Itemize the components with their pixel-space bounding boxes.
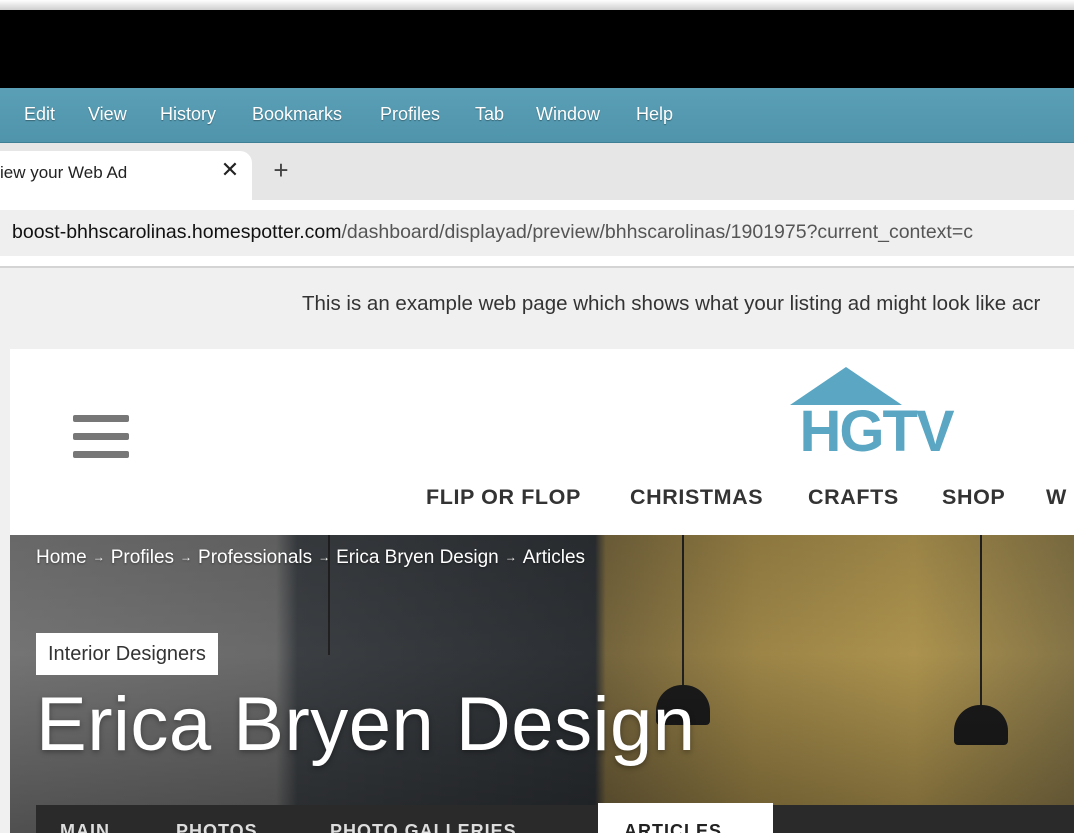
menu-view[interactable]: View (88, 88, 127, 142)
subnav-articles[interactable]: ARTICLES (598, 803, 773, 833)
tab-title: iew your Web Ad (0, 163, 128, 182)
subnav-main[interactable]: MAIN (60, 821, 110, 833)
nav-shop[interactable]: SHOP (942, 485, 1005, 510)
tab-active[interactable]: iew your Web Ad ✕ (0, 151, 252, 200)
breadcrumb-articles[interactable]: Articles (523, 547, 585, 568)
preview-notice: This is an example web page which shows … (302, 292, 1041, 315)
subnav-photos[interactable]: PHOTOS (176, 821, 258, 833)
hamburger-icon[interactable] (73, 415, 129, 461)
nav-crafts[interactable]: CRAFTS (808, 485, 899, 510)
menu-edit[interactable]: Edit (24, 88, 55, 142)
arrow-right-icon: → (318, 550, 331, 564)
nav-christmas[interactable]: CHRISTMAS (630, 485, 763, 510)
breadcrumb-profiles[interactable]: Profiles (111, 547, 174, 568)
menu-bookmarks[interactable]: Bookmarks (252, 88, 342, 142)
subnav-photo-galleries[interactable]: PHOTO GALLERIES (330, 821, 517, 833)
address-bar: boost-bhhscarolinas.homespotter.com/dash… (0, 200, 1074, 268)
menu-tab[interactable]: Tab (475, 88, 504, 142)
profile-subnav: MAIN PHOTOS PHOTO GALLERIES ARTICLES (36, 803, 1074, 833)
page-title: Erica Bryen Design (36, 682, 696, 767)
nav-more[interactable]: W (1046, 485, 1067, 510)
window-top-edge (0, 0, 1074, 10)
url-text: boost-bhhscarolinas.homespotter.com/dash… (12, 221, 973, 244)
breadcrumb-professionals[interactable]: Professionals (198, 547, 312, 568)
menu-help[interactable]: Help (636, 88, 673, 142)
logo-text: HGTV (799, 399, 954, 455)
hgtv-logo[interactable]: HGTV (790, 367, 962, 455)
breadcrumb-home[interactable]: Home (36, 547, 87, 568)
breadcrumb-erica-bryen-design[interactable]: Erica Bryen Design (336, 547, 499, 568)
url-field[interactable]: boost-bhhscarolinas.homespotter.com/dash… (0, 210, 1074, 256)
plus-icon[interactable]: + (268, 157, 294, 183)
tab-strip: iew your Web Ad ✕ + (0, 143, 1074, 200)
hero-banner: Home → Profiles → Professionals → Erica Bryen … (10, 535, 1074, 833)
menu-profiles[interactable]: Profiles (380, 88, 440, 142)
url-path: /dashboard/displayad/preview/bhhscarolin… (341, 221, 973, 243)
breadcrumb: Home → Profiles → Professionals → Erica Bryen … (36, 547, 585, 569)
close-icon[interactable]: ✕ (219, 159, 241, 181)
arrow-right-icon: → (504, 550, 517, 564)
preview-frame: HGTV FLIP OR FLOP CHRISTMAS CRAFTS SHOP … (10, 349, 1074, 833)
arrow-right-icon: → (92, 550, 105, 564)
url-host: boost-bhhscarolinas.homespotter.com (12, 221, 342, 243)
menu-window[interactable]: Window (536, 88, 600, 142)
menu-bar: Edit View History Bookmarks Profiles Tab… (0, 88, 1074, 143)
arrow-right-icon: → (180, 550, 193, 564)
subnav-articles-label: ARTICLES (624, 821, 722, 833)
window-titlebar (0, 10, 1074, 88)
menu-history[interactable]: History (160, 88, 216, 142)
nav-flip-or-flop[interactable]: FLIP OR FLOP (426, 485, 581, 510)
category-badge[interactable]: Interior Designers (36, 633, 218, 675)
